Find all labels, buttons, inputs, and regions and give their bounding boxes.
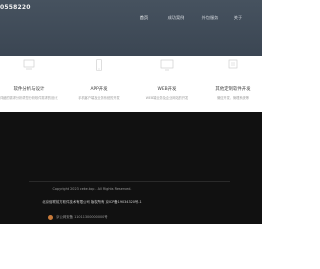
feature-custom-dev[interactable]: 其他定制软件开发 微信开发、管理系统等: [204, 56, 262, 112]
nav-home[interactable]: 首页: [130, 12, 158, 24]
feature-web-dev[interactable]: WEB开发 WEB端业务及企业网站的开发: [138, 56, 196, 112]
hero-banner: 0558220 首页 成功案例 外包服务 关于: [0, 0, 262, 56]
main-nav: 首页 成功案例 外包服务 关于: [130, 12, 262, 24]
police-badge-icon: [48, 214, 53, 220]
footer-copyright: Copyright 2023 ceke.top . All Rights Res…: [52, 187, 132, 191]
footer: Copyright 2023 ceke.top . All Rights Res…: [0, 112, 262, 224]
nav-cases[interactable]: 成功案例: [162, 12, 190, 24]
feature-title: WEB开发: [157, 87, 177, 92]
page-bottom: [0, 224, 262, 269]
feature-title: 软件分析与设计: [13, 87, 45, 92]
nav-about[interactable]: 关于: [228, 12, 248, 24]
footer-divider: [29, 181, 230, 182]
custom-icon: [226, 56, 240, 69]
police-record[interactable]: 京公网安备 11011300000000号: [48, 214, 108, 220]
design-icon: [22, 56, 36, 70]
footer-company: 北京佰联前方软件技术有限公司 版权所有 京ICP备19034320号-1: [42, 200, 142, 204]
features-section: 软件分析与设计 详细的需求分析帮您分析软件需求的设计方案 APP开发 手机客户端…: [0, 56, 262, 112]
feature-desc: 手机客户端及业务系统的开发: [78, 96, 120, 100]
feature-desc: 详细的需求分析帮您分析软件需求的设计方案: [0, 96, 58, 100]
monitor-icon: [160, 56, 174, 71]
feature-software-design[interactable]: 软件分析与设计 详细的需求分析帮您分析软件需求的设计方案: [0, 56, 58, 112]
mobile-icon: [92, 56, 106, 71]
feature-app-dev[interactable]: APP开发 手机客户端及业务系统的开发: [70, 56, 128, 112]
feature-desc: 微信开发、管理系统等: [217, 96, 249, 100]
police-record-text: 京公网安备 11011300000000号: [56, 215, 108, 219]
feature-desc: WEB端业务及企业网站的开发: [145, 96, 189, 100]
feature-title: 其他定制软件开发: [215, 87, 251, 92]
nav-outsourcing[interactable]: 外包服务: [196, 12, 224, 24]
feature-title: APP开发: [90, 87, 108, 92]
site-brand: 0558220: [0, 4, 31, 11]
